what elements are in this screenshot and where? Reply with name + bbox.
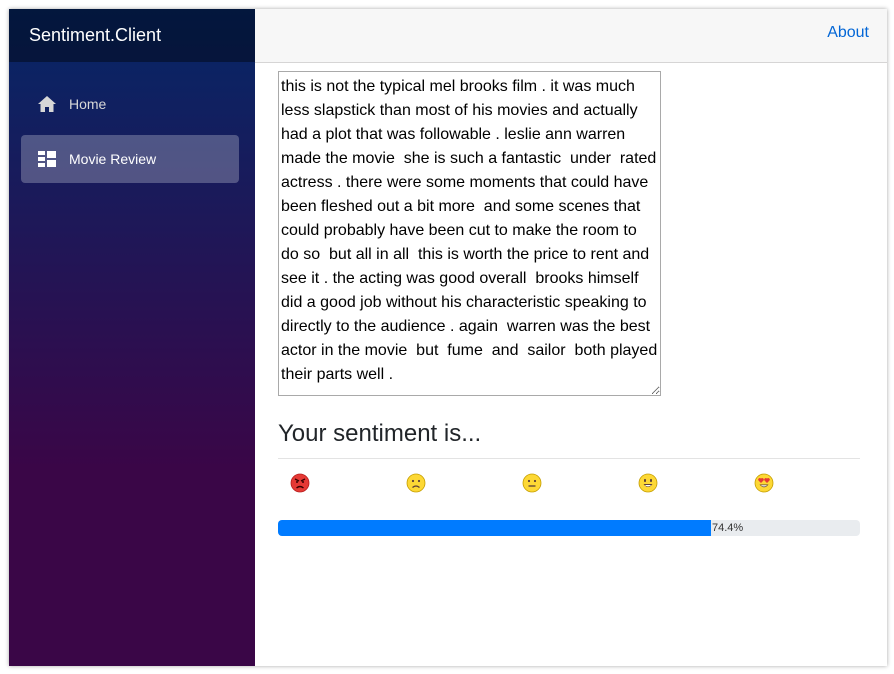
about-link[interactable]: About: [827, 24, 869, 42]
sentiment-heading: Your sentiment is...: [278, 420, 482, 447]
grinning-face-icon: [638, 473, 658, 493]
progress-label: 74.4%: [712, 522, 744, 534]
brand-title[interactable]: Sentiment.Client: [29, 25, 161, 46]
angry-face-icon: [290, 473, 310, 493]
top-bar: About: [255, 9, 887, 63]
sidebar-item-movie-review[interactable]: Movie Review: [21, 135, 239, 183]
brand-bar: Sentiment.Client: [9, 9, 255, 62]
list-icon: [37, 149, 57, 169]
review-textarea[interactable]: this is not the typical mel brooks film …: [278, 71, 661, 396]
frowning-face-icon: [406, 473, 426, 493]
sidebar-item-label: Movie Review: [69, 151, 157, 167]
neutral-face-icon: [522, 473, 542, 493]
main-content: this is not the typical mel brooks film …: [278, 71, 860, 536]
sentiment-progress-bar: 74.4%: [278, 520, 860, 536]
sidebar-item-home[interactable]: Home: [21, 80, 239, 128]
sidebar-item-label: Home: [69, 96, 107, 112]
heart-eyes-face-icon: [754, 473, 774, 493]
sidebar-nav: Home Movie Review: [9, 62, 255, 183]
sidebar: Sentiment.Client Home Movie Review: [9, 9, 255, 666]
sentiment-emoji-row: [278, 459, 860, 499]
home-icon: [37, 94, 57, 114]
progress-fill: [278, 520, 711, 536]
